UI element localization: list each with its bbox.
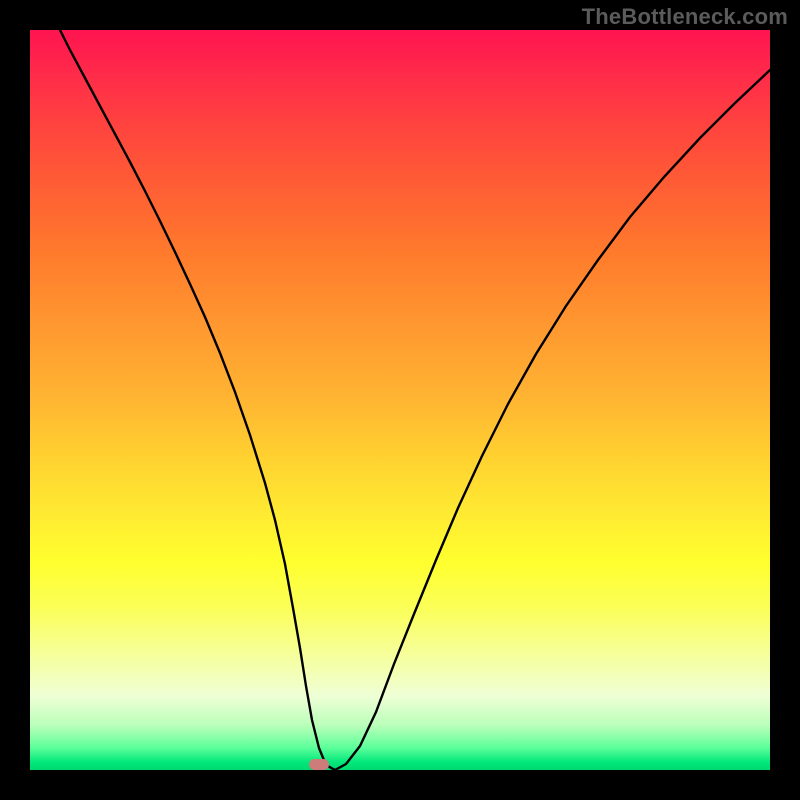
watermark-text: TheBottleneck.com [582,4,788,30]
plot-area [30,30,770,770]
minimum-marker [309,759,329,770]
bottleneck-curve [30,30,770,770]
chart-frame: TheBottleneck.com [0,0,800,800]
